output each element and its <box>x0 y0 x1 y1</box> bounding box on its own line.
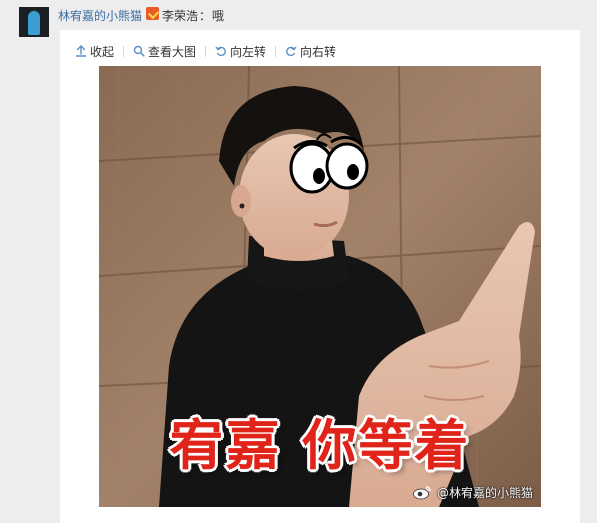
collapse-button[interactable]: 收起 <box>75 43 114 60</box>
reply-text: 李荣浩：哦 <box>162 7 224 24</box>
watermark-text: @林宥嘉的小熊猫 <box>436 486 533 500</box>
cartoon-eye-right <box>325 142 369 190</box>
vip-badge-icon <box>146 7 159 20</box>
media-card: 收起 查看大图 向左转 向右转 宥嘉 你等着 @林宥嘉的小熊猫 <box>60 30 580 523</box>
toolbar-divider <box>205 45 207 57</box>
rotate-right-icon <box>285 45 297 57</box>
reply-to-name[interactable]: 李荣浩 <box>162 9 198 23</box>
rotate-right-button[interactable]: 向右转 <box>285 43 336 60</box>
username-link[interactable]: 林宥嘉的小熊猫 <box>58 7 142 24</box>
view-large-button[interactable]: 查看大图 <box>133 43 196 60</box>
rotate-right-label: 向右转 <box>300 44 337 59</box>
post-image[interactable]: 宥嘉 你等着 @林宥嘉的小熊猫 <box>99 66 541 507</box>
toolbar-divider <box>123 45 125 57</box>
reply-body: 哦 <box>212 9 225 23</box>
avatar-figure <box>28 11 40 35</box>
meme-caption: 宥嘉 你等着 <box>169 414 471 477</box>
view-large-label: 查看大图 <box>148 44 197 59</box>
collapse-label: 收起 <box>90 44 115 59</box>
weibo-logo-icon <box>413 485 433 500</box>
rotate-left-icon <box>215 45 227 57</box>
search-icon <box>133 45 145 57</box>
reply-colon: ： <box>199 9 212 23</box>
toolbar-divider <box>275 45 277 57</box>
avatar[interactable] <box>19 7 49 37</box>
image-toolbar: 收起 查看大图 向左转 向右转 <box>75 42 336 60</box>
image-watermark: @林宥嘉的小熊猫 <box>413 484 533 501</box>
rotate-left-label: 向左转 <box>230 44 267 59</box>
rotate-left-button[interactable]: 向左转 <box>215 43 266 60</box>
upload-arrow-icon <box>75 45 87 57</box>
